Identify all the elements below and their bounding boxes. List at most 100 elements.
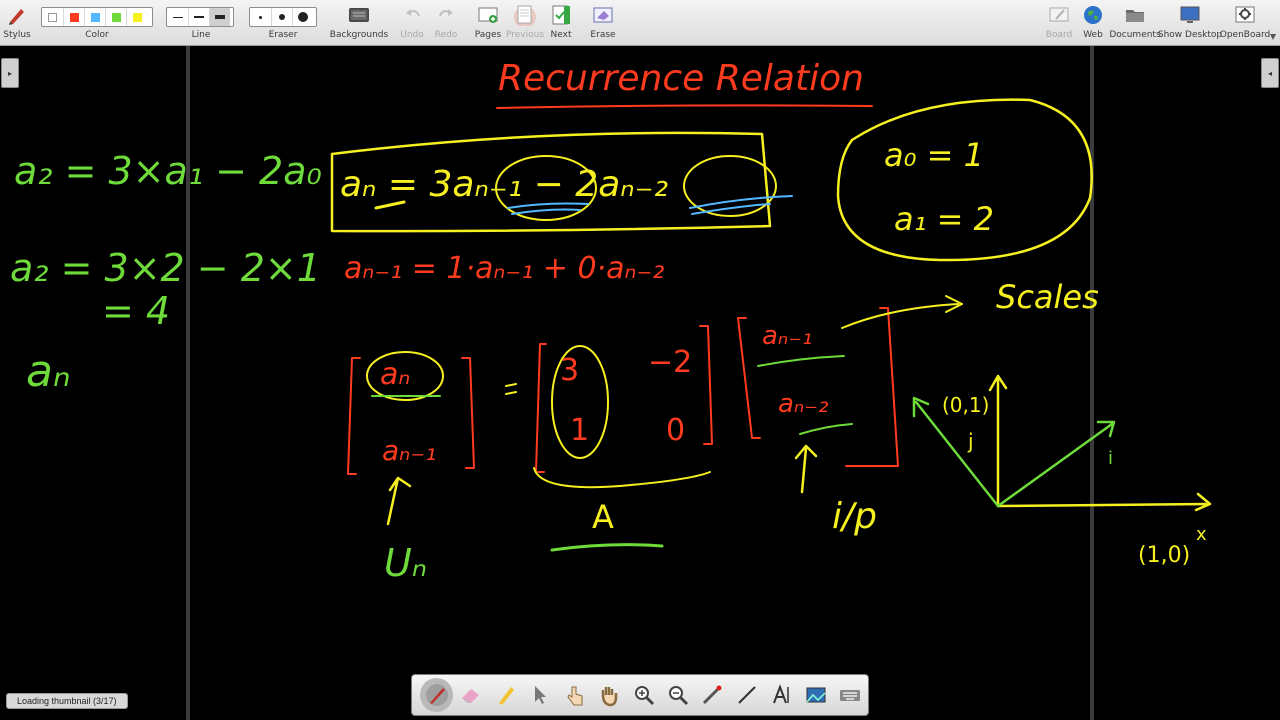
hand-pointer-icon	[567, 686, 583, 706]
eraser-medium-option[interactable]	[271, 8, 292, 26]
left-note-line-1: a₂ = 3×a₁ − 2a₀	[14, 149, 322, 193]
yellow-swatch	[132, 12, 142, 22]
eraser-label: Eraser	[268, 30, 298, 40]
highlighter-tool[interactable]	[489, 678, 522, 712]
line-thick-option[interactable]	[209, 8, 230, 26]
text-tool[interactable]	[765, 678, 798, 712]
color-palette	[41, 7, 153, 27]
red-swatch	[69, 12, 79, 22]
redo-label: Redo	[434, 30, 458, 40]
documents-folder-icon[interactable]	[1124, 4, 1146, 26]
matrix-entry-21: 1	[570, 413, 589, 448]
un-label: Uₙ	[384, 541, 427, 585]
color-label: Color	[85, 30, 109, 40]
large-dot-icon	[298, 12, 308, 22]
equals-sign	[505, 383, 517, 395]
rhs-up-arrow	[794, 444, 818, 494]
rhs-vector-bottom: aₙ₋₂	[778, 389, 828, 419]
color-yellow-swatch[interactable]	[126, 8, 147, 26]
matrix-label-underline	[550, 543, 664, 552]
blue-underline-2	[689, 195, 793, 215]
line-tool[interactable]	[730, 678, 763, 712]
toolbar-collapse-icon[interactable]	[1268, 30, 1278, 42]
rhs-bottom-underline	[799, 423, 853, 435]
keyboard-icon	[840, 690, 861, 701]
zoom-out-tool[interactable]	[661, 678, 694, 712]
thin-line-icon	[172, 16, 183, 18]
rhs-vector-top: aₙ₋₁	[762, 321, 812, 351]
scales-label: Scales	[996, 278, 1099, 316]
interact-tool[interactable]	[558, 678, 591, 712]
eraser-size-selector	[249, 7, 317, 27]
undo-icon[interactable]	[402, 4, 424, 26]
show-desktop-icon[interactable]	[1179, 4, 1201, 26]
matrix-label: A	[592, 498, 614, 536]
line-medium-option[interactable]	[188, 8, 209, 26]
highlighter-icon	[498, 687, 514, 705]
scales-arrow	[841, 295, 963, 329]
board-label: Board	[1045, 30, 1073, 40]
blue-swatch	[90, 12, 100, 22]
backgrounds-label: Backgrounds	[329, 30, 389, 40]
pen-tool[interactable]	[420, 678, 454, 712]
un-up-arrow	[386, 476, 412, 526]
color-green-swatch[interactable]	[105, 8, 126, 26]
show-desktop-label: Show Desktop	[1157, 30, 1223, 40]
status-message: Loading thumbnail (3/17)	[6, 693, 128, 709]
stylus-icon[interactable]	[6, 4, 28, 26]
left-note-line-4: aₙ	[26, 346, 71, 397]
screen-capture-icon	[806, 687, 826, 703]
hand-tool[interactable]	[592, 678, 625, 712]
previous-page-icon[interactable]	[514, 4, 536, 28]
x-axis-arrow	[996, 492, 1212, 512]
rhs-top-underline	[757, 355, 845, 367]
whiteboard-canvas[interactable]: ▸ ◂ Recurrence Relation a₂ = 3×a₁ − 2a₀ …	[0, 46, 1280, 720]
select-tool[interactable]	[523, 678, 556, 712]
axis-label-x: x	[1196, 524, 1207, 545]
zoom-in-icon	[634, 686, 654, 706]
laser-pointer-tool[interactable]	[696, 678, 729, 712]
capture-tool[interactable]	[799, 678, 832, 712]
point-1-0: (1,0)	[1138, 543, 1190, 568]
color-red-swatch[interactable]	[63, 8, 84, 26]
pages-label: Pages	[474, 30, 502, 40]
left-note-line-3: = 4	[102, 289, 170, 333]
backgrounds-icon[interactable]	[348, 4, 370, 26]
undo-label: Undo	[400, 30, 424, 40]
point-0-1: (0,1)	[942, 393, 989, 417]
line-icon	[738, 686, 756, 704]
next-label: Next	[550, 30, 572, 40]
previous-label: Previous	[505, 30, 545, 40]
eraser-tool[interactable]	[454, 678, 487, 712]
web-globe-icon[interactable]	[1082, 4, 1104, 26]
openboard-settings-icon[interactable]	[1234, 4, 1256, 26]
laser-pointer-icon	[703, 685, 722, 705]
board-icon[interactable]	[1048, 4, 1070, 26]
eraser-small-option[interactable]	[250, 8, 271, 26]
erase-label: Erase	[590, 30, 616, 40]
y-axis-arrow	[988, 374, 1008, 508]
medium-line-icon	[194, 16, 204, 18]
title-underline	[496, 104, 873, 109]
zoom-in-tool[interactable]	[627, 678, 660, 712]
eraser-large-option[interactable]	[292, 8, 313, 26]
documents-label: Documents	[1109, 30, 1161, 40]
matrix-entry-12: −2	[648, 345, 692, 380]
virtual-keyboard-tool[interactable]	[834, 678, 867, 712]
white-swatch	[48, 12, 57, 22]
line-width-selector	[166, 7, 234, 27]
input-label: i/p	[832, 496, 877, 537]
line-thin-option[interactable]	[167, 8, 188, 26]
pages-icon[interactable]	[477, 4, 499, 26]
redo-icon[interactable]	[435, 4, 457, 26]
next-page-icon[interactable]	[550, 4, 572, 26]
erase-icon[interactable]	[592, 4, 614, 26]
color-white-swatch[interactable]	[42, 8, 63, 26]
color-blue-swatch[interactable]	[84, 8, 105, 26]
ink-layer: Recurrence Relation a₂ = 3×a₁ − 2a₀ a₂ =…	[10, 58, 1212, 585]
matrix-entry-22: 0	[666, 413, 685, 448]
blue-underline-1	[507, 202, 589, 215]
transformed-i-vector	[996, 420, 1116, 508]
pointer-arrow-icon	[535, 686, 547, 704]
matrix-entry-11: 3	[560, 353, 579, 388]
